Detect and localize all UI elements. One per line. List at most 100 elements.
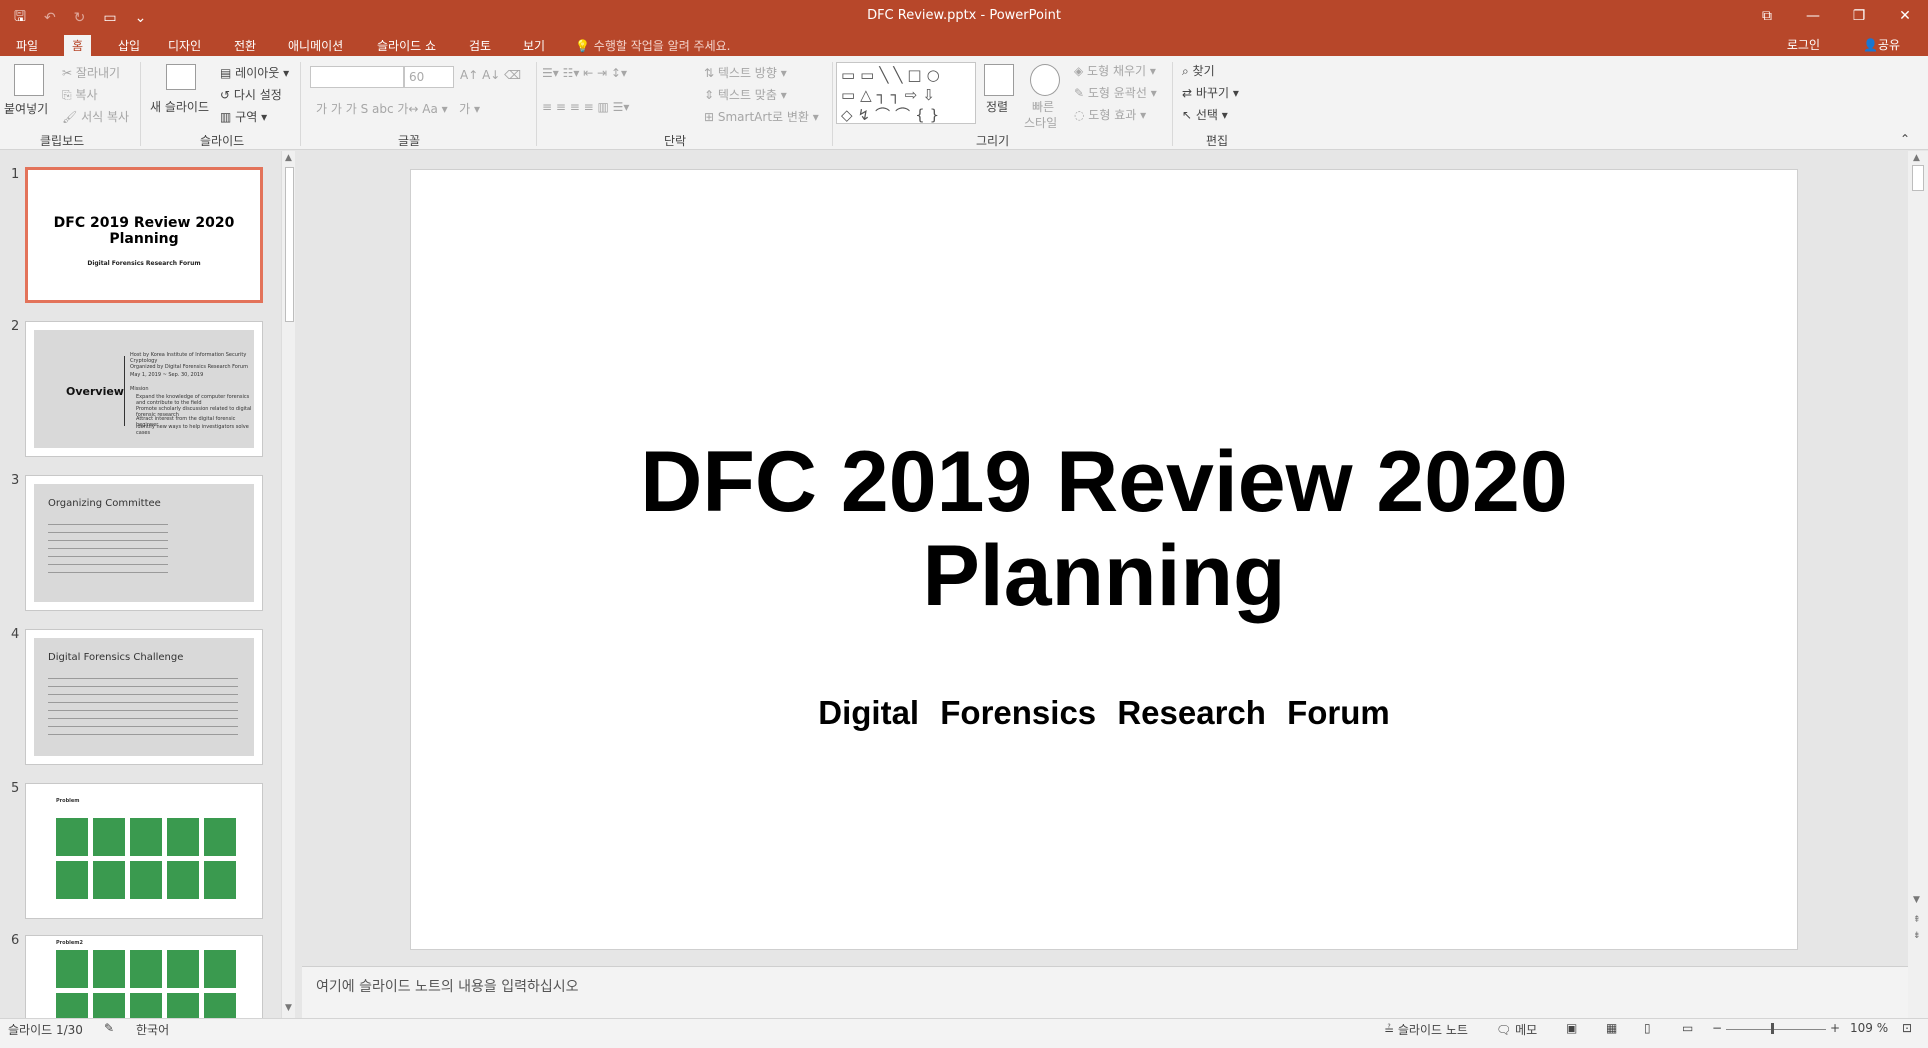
tab-animations[interactable]: 애니메이션 (280, 35, 351, 56)
slide-show-icon[interactable]: ▭ (1682, 1021, 1693, 1035)
font-name-combo[interactable] (310, 66, 404, 88)
list-icons[interactable]: ☰▾ ☷▾ ⇤ ⇥ ↕▾ (542, 66, 627, 80)
replace-button[interactable]: ⇄ 바꾸기 ▾ (1182, 84, 1239, 101)
notes-toggle-button[interactable]: ≟ 슬라이드 노트 (1384, 1021, 1468, 1038)
slide-thumbnail-3[interactable]: Organizing Committee (25, 475, 263, 611)
normal-view-icon[interactable]: ▣ (1566, 1021, 1577, 1035)
slide-subtitle[interactable]: Digital Forensics Research Forum (411, 694, 1797, 732)
minimize-icon[interactable]: — (1790, 0, 1836, 32)
thumb-title: Organizing Committee (48, 498, 161, 509)
slide-thumbnail-5[interactable]: Problem (25, 783, 263, 919)
share-button[interactable]: 👤공유 (1863, 36, 1900, 53)
lightbulb-icon: 💡 (575, 39, 590, 53)
shapes-gallery[interactable]: ▭▭╲╲□○ ▭△┐┐⇨⇩ ◇↯⌒⌒{} (836, 62, 976, 124)
section-button[interactable]: ▥ 구역 ▾ (220, 108, 267, 125)
fit-to-window-icon[interactable]: ⊡ (1902, 1021, 1912, 1035)
shape-outline-button[interactable]: ✎ 도형 윤곽선 ▾ (1074, 84, 1157, 101)
reading-view-icon[interactable]: ▯ (1644, 1021, 1651, 1035)
quick-styles-label-2: 스타일 (1024, 116, 1058, 130)
format-painter-button[interactable]: 🖌 서식 복사 (62, 108, 129, 125)
alignment-icons[interactable]: ≡ ≡ ≡ ≡ ▥ ☰▾ (542, 100, 629, 114)
tab-home[interactable]: 홈 (64, 35, 92, 56)
quick-styles-icon[interactable] (1030, 64, 1060, 96)
scroll-down-icon[interactable]: ▼ (285, 1003, 292, 1013)
slide-title-line-2: Planning (922, 528, 1286, 624)
notes-placeholder: 여기에 슬라이드 노트의 내용을 입력하십시오 (316, 979, 579, 995)
slide-thumbnail-6[interactable]: Problem2 (25, 935, 263, 1018)
drawing-group-label: 그리기 (976, 134, 1010, 148)
zoom-slider-knob[interactable] (1771, 1023, 1774, 1034)
tab-view[interactable]: 보기 (515, 35, 553, 56)
language-indicator[interactable]: 한국어 (136, 1021, 169, 1038)
tab-insert[interactable]: 삽입 (110, 35, 148, 56)
thumb-number: 1 (11, 167, 20, 182)
new-slide-icon[interactable] (166, 64, 196, 90)
group-divider (300, 62, 301, 146)
close-icon[interactable]: ✕ (1882, 0, 1928, 32)
thumb-problem-grid (56, 950, 236, 1018)
scroll-thumb[interactable] (1912, 165, 1924, 191)
arrange-icon[interactable] (984, 64, 1014, 96)
slide-title[interactable]: DFC 2019 Review 2020 Planning (411, 435, 1797, 623)
tab-review[interactable]: 검토 (461, 35, 499, 56)
tab-design[interactable]: 디자인 (160, 35, 209, 56)
font-format-icons[interactable]: 가 가 가 S abc 가↔ Aa ▾ 가 ▾ (316, 100, 480, 117)
align-text-button[interactable]: ⇕ 텍스트 맞춤 ▾ (704, 86, 787, 103)
scroll-thumb[interactable] (285, 167, 294, 322)
tab-slide-show[interactable]: 슬라이드 쇼 (369, 35, 444, 56)
font-size-combo[interactable]: 60 (404, 66, 454, 88)
quick-styles-button[interactable]: 빠른 (1032, 98, 1054, 115)
ribbon-display-options-icon[interactable]: ⧉ (1744, 0, 1790, 32)
powerpoint-window: 🖫 ↶ ↻ ▭ ⌄ DFC Review.pptx - PowerPoint ⧉… (0, 0, 1928, 1048)
thumbnail-scrollbar[interactable]: ▲ ▼ (281, 151, 295, 1018)
thumb-title: Overview (66, 385, 124, 398)
next-slide-icon[interactable]: ⇟ (1913, 931, 1921, 941)
thumb-title: Problem2 (56, 940, 83, 946)
slide-sorter-icon[interactable]: ▦ (1606, 1021, 1617, 1035)
arrange-button[interactable]: 정렬 (986, 98, 1008, 115)
zoom-slider[interactable] (1726, 1029, 1826, 1030)
scroll-up-icon[interactable]: ▲ (1913, 153, 1920, 163)
slide-scrollbar[interactable]: ▲ ▼ ⇞ ⇟ (1908, 151, 1928, 1048)
find-button[interactable]: ⌕ 찾기 (1182, 62, 1215, 79)
previous-slide-icon[interactable]: ⇞ (1913, 915, 1921, 925)
paste-icon[interactable] (14, 64, 44, 96)
text-direction-button[interactable]: ⇅ 텍스트 방향 ▾ (704, 64, 787, 81)
thumb-text: Expand the knowledge of computer forensi… (136, 394, 250, 406)
thumb-title: Problem (56, 798, 80, 804)
select-button[interactable]: ↖ 선택 ▾ (1182, 106, 1228, 123)
cut-button[interactable]: ✂ 잘라내기 (62, 64, 120, 81)
restore-icon[interactable]: ❐ (1836, 0, 1882, 32)
thumb-number: 3 (11, 473, 20, 488)
slide-thumbnail-2[interactable]: Overview Host by Korea Institute of Info… (25, 321, 263, 457)
current-slide[interactable]: DFC 2019 Review 2020 Planning Digital Fo… (410, 169, 1798, 950)
group-divider (1172, 62, 1173, 146)
notes-pane[interactable]: 여기에 슬라이드 노트의 내용을 입력하십시오 (302, 966, 1908, 1018)
tab-transitions[interactable]: 전환 (226, 35, 264, 56)
scroll-up-icon[interactable]: ▲ (285, 153, 292, 163)
thumb-background: Organizing Committee (34, 484, 254, 602)
shape-fill-button[interactable]: ◈ 도형 채우기 ▾ (1074, 62, 1156, 79)
thumb-text: Identify new ways to help investigators … (136, 424, 249, 436)
smartart-button[interactable]: ⊞ SmartArt로 변환 ▾ (704, 108, 819, 125)
collapse-ribbon-icon[interactable]: ⌃ (1900, 132, 1910, 146)
zoom-in-icon[interactable]: + (1830, 1021, 1840, 1035)
slide-thumbnail-1[interactable]: DFC 2019 Review 2020 Planning Digital Fo… (25, 167, 263, 303)
tell-me-search[interactable]: 💡 수행할 작업을 알려 주세요. (575, 37, 730, 54)
comments-button[interactable]: 🗨 메모 (1496, 1021, 1537, 1038)
slide-thumbnail-4[interactable]: Digital Forensics Challenge (25, 629, 263, 765)
zoom-out-icon[interactable]: − (1712, 1021, 1722, 1035)
shape-effects-button[interactable]: ◌ 도형 효과 ▾ (1074, 106, 1146, 123)
zoom-level[interactable]: 109 % (1850, 1021, 1888, 1035)
grow-font-icon[interactable]: A↑ A↓ ⌫ (460, 68, 521, 82)
copy-button[interactable]: ⎘ 복사 (62, 86, 98, 103)
new-slide-button[interactable]: 새 슬라이드 (150, 98, 209, 115)
editing-group-label: 편집 (1206, 134, 1229, 148)
scroll-down-icon[interactable]: ▼ (1913, 895, 1920, 905)
reset-button[interactable]: ↺ 다시 설정 (220, 86, 282, 103)
paste-button[interactable]: 붙여넣기 (4, 100, 48, 117)
tab-file[interactable]: 파일 (8, 35, 46, 56)
login-link[interactable]: 로그인 (1787, 36, 1820, 53)
spell-check-icon[interactable]: ✎ (104, 1021, 114, 1035)
layout-button[interactable]: ▤ 레이아웃 ▾ (220, 64, 289, 81)
